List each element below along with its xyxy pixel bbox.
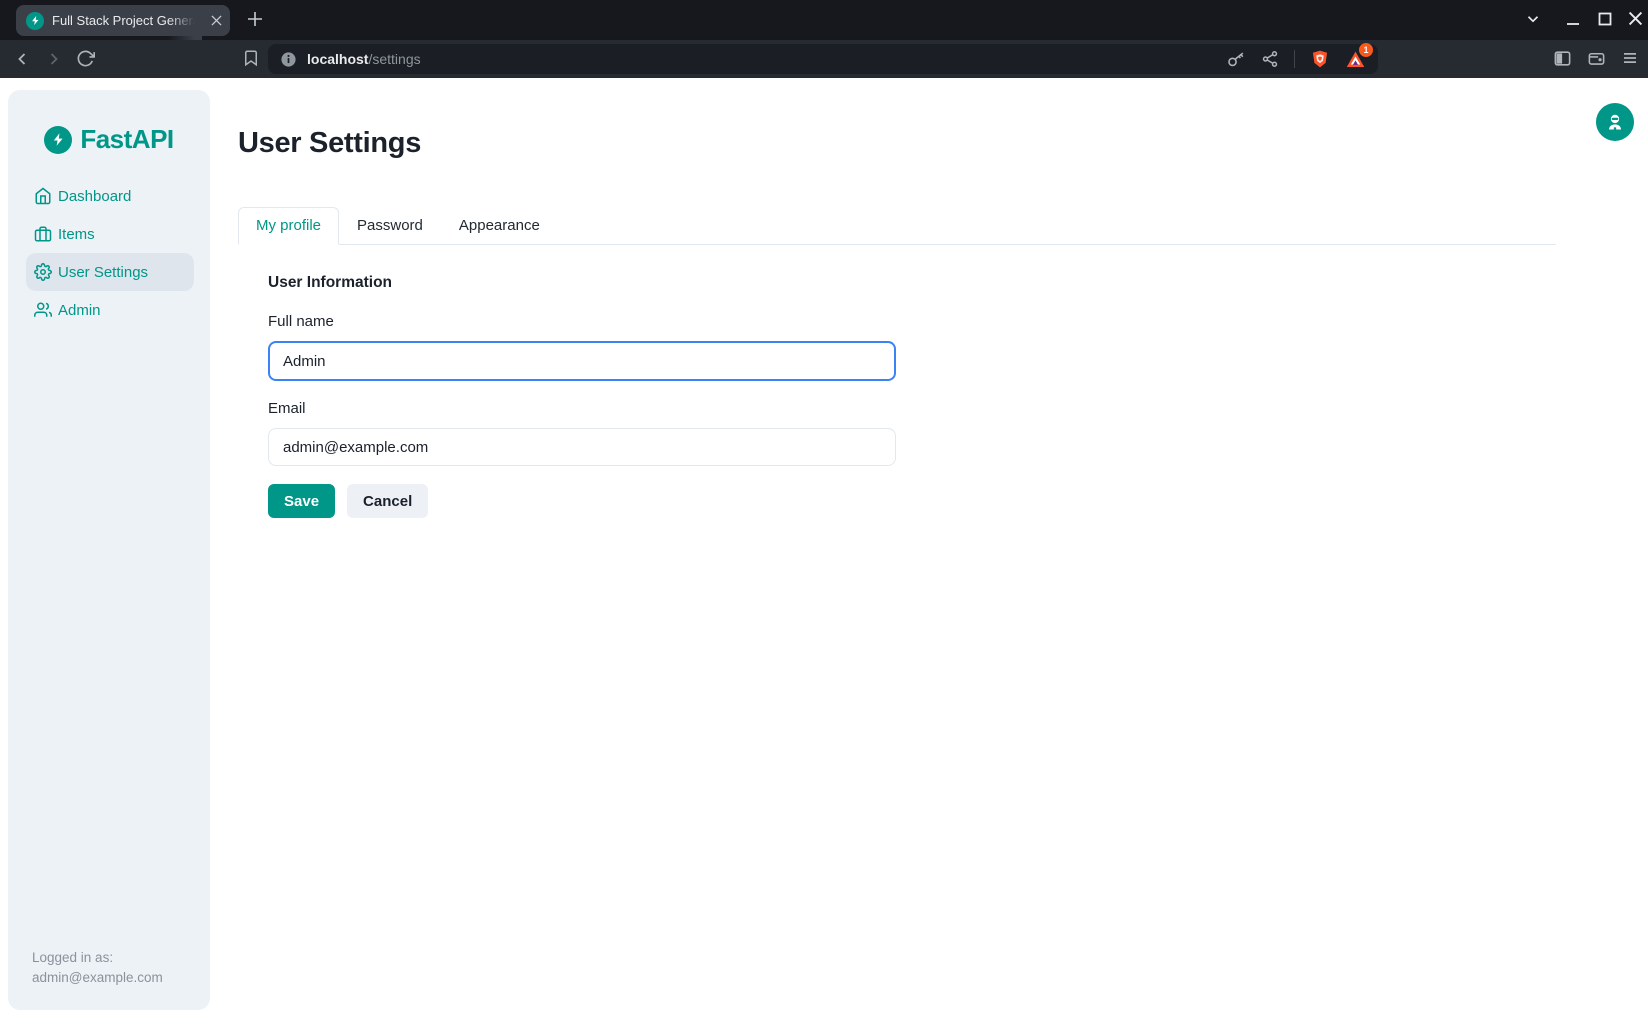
tab-search-chevron-icon[interactable]: [1524, 10, 1542, 28]
rewards-badge: 1: [1359, 43, 1373, 57]
key-icon[interactable]: [1227, 50, 1246, 69]
logged-in-label: Logged in as:: [32, 948, 163, 968]
sidebar-item-label: Items: [58, 226, 95, 243]
url-path: /settings: [368, 51, 420, 67]
home-icon: [34, 187, 52, 205]
brave-shield-icon[interactable]: [1310, 49, 1330, 69]
fastapi-favicon-icon: [26, 12, 44, 30]
maximize-button[interactable]: [1598, 12, 1612, 26]
fastapi-logo: FastAPI: [8, 124, 210, 155]
new-tab-button[interactable]: [246, 10, 264, 28]
browser-toolbar: localhost/settings 1: [0, 40, 1648, 78]
back-button[interactable]: [12, 49, 32, 69]
toolbar-divider: [1294, 50, 1295, 68]
menu-icon[interactable]: [1621, 49, 1639, 67]
site-info-icon[interactable]: [280, 51, 297, 68]
sidebar-item-items[interactable]: Items: [8, 215, 210, 253]
brave-rewards-icon[interactable]: 1: [1345, 49, 1366, 70]
full-name-input[interactable]: [268, 341, 896, 381]
email-label: Email: [268, 400, 896, 417]
gear-icon: [34, 263, 52, 281]
reload-button[interactable]: [76, 49, 95, 68]
sidebar-toggle-icon[interactable]: [1553, 49, 1572, 68]
sidebar-item-label: Admin: [58, 302, 101, 319]
full-name-label: Full name: [268, 313, 896, 330]
page-title: User Settings: [238, 127, 421, 160]
browser-titlebar: Full Stack Project Genera: [0, 0, 1648, 40]
settings-tabs: My profile Password Appearance: [238, 207, 1556, 245]
sidebar-item-user-settings[interactable]: User Settings: [26, 253, 194, 291]
save-button[interactable]: Save: [268, 484, 335, 518]
bookmark-icon[interactable]: [242, 49, 260, 67]
sidebar-item-label: Dashboard: [58, 188, 131, 205]
logo-text: FastAPI: [80, 124, 173, 155]
app-page: FastAPI Dashboard Items User Settings Ad…: [0, 78, 1648, 1025]
tab-my-profile[interactable]: My profile: [238, 207, 339, 245]
profile-form: User Information Full name Email Save Ca…: [268, 274, 896, 518]
close-window-button[interactable]: [1628, 11, 1643, 26]
briefcase-icon: [34, 225, 52, 243]
section-title: User Information: [268, 274, 896, 292]
url-host: localhost: [307, 51, 368, 67]
tab-password[interactable]: Password: [339, 207, 441, 245]
fastapi-logo-icon: [44, 126, 72, 154]
sidebar-nav: Dashboard Items User Settings Admin: [8, 177, 210, 329]
email-input[interactable]: [268, 428, 896, 466]
sidebar-item-admin[interactable]: Admin: [8, 291, 210, 329]
minimize-button[interactable]: [1565, 13, 1581, 27]
tab-title: Full Stack Project Genera: [52, 13, 204, 28]
browser-tab[interactable]: Full Stack Project Genera: [16, 5, 230, 36]
logged-in-email: admin@example.com: [32, 968, 163, 988]
tab-close-icon[interactable]: [211, 15, 222, 26]
sidebar-footer: Logged in as: admin@example.com: [32, 948, 163, 988]
user-avatar-icon: [1605, 112, 1625, 132]
sidebar-item-label: User Settings: [58, 264, 148, 281]
form-actions: Save Cancel: [268, 484, 896, 518]
wallet-icon[interactable]: [1587, 49, 1606, 68]
user-menu-button[interactable]: [1596, 103, 1634, 141]
sidebar-item-dashboard[interactable]: Dashboard: [8, 177, 210, 215]
users-icon: [34, 301, 52, 319]
share-icon[interactable]: [1261, 50, 1279, 68]
tab-appearance[interactable]: Appearance: [441, 207, 558, 245]
cancel-button[interactable]: Cancel: [347, 484, 428, 518]
sidebar: FastAPI Dashboard Items User Settings Ad…: [8, 90, 210, 1010]
forward-button[interactable]: [44, 49, 64, 69]
url-bar[interactable]: localhost/settings 1: [268, 44, 1378, 74]
